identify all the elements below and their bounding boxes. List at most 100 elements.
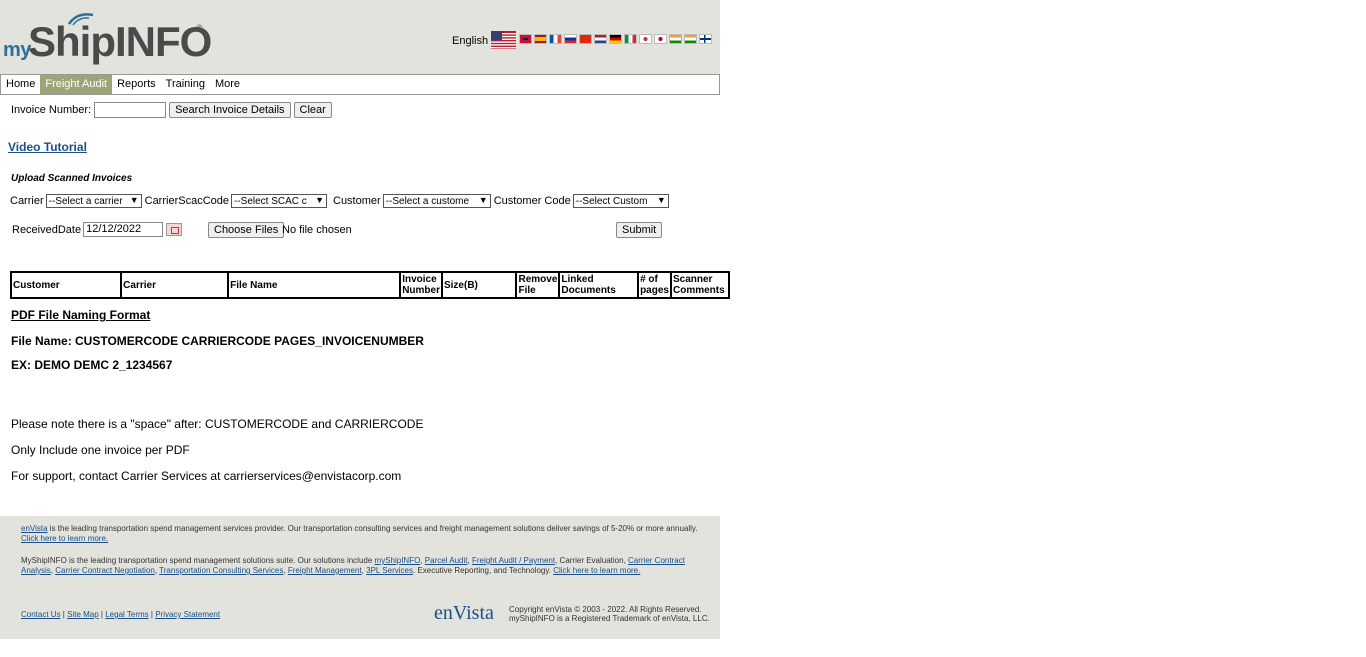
netherlands-flag-icon[interactable] [594,34,607,44]
col-file-name: File Name [227,271,402,299]
carrier-select[interactable]: --Select a carrier ▼ [45,194,142,208]
customer-code-select[interactable]: --Select Custom ▼ [572,194,669,208]
logo-my: my [3,39,31,61]
customer-label: Customer [333,195,381,207]
india-alt-flag-icon[interactable] [684,34,697,44]
upload-table: Customer Carrier File Name Invoice Numbe… [9,271,731,299]
calendar-icon[interactable] [166,223,183,236]
invoice-search-row: Invoice Number: Search Invoice Details C… [11,102,332,118]
file-name-example: EX: DEMO DEMC 2_1234567 [11,358,173,372]
copyright-line-1: Copyright enVista © 2003 - 2022. All Rig… [509,605,702,614]
copyright: Copyright enVista © 2003 - 2022. All Rig… [509,605,710,623]
invoice-number-label: Invoice Number: [11,104,92,116]
file-name-format: File Name: CUSTOMERCODE CARRIERCODE PAGE… [11,334,424,348]
chevron-down-icon: ▼ [315,195,324,205]
search-invoice-button[interactable]: Search Invoice Details [169,102,291,118]
copyright-line-2: myShipINFO is a Registered Trademark of … [509,614,710,623]
one-invoice-note: Only Include one invoice per PDF [11,443,190,457]
us-flag-icon[interactable] [491,31,516,49]
submit-button[interactable]: Submit [616,222,663,238]
finland-flag-icon[interactable] [699,34,712,44]
germany-flag-icon[interactable] [609,34,622,44]
3pl-services-link[interactable]: 3PL Services [366,566,413,575]
scac-select-value: --Select SCAC c [234,195,307,207]
notes-title: PDF File Naming Format [11,308,151,322]
carrier-select-value: --Select a carrier [48,195,123,207]
japan-flag-icon[interactable] [654,34,667,44]
footer: enVista is the leading transportation sp… [0,516,720,639]
learn-more-link-2[interactable]: Click here to learn more. [553,566,640,575]
upload-filter-row: Carrier --Select a carrier ▼ CarrierScacC… [10,194,672,208]
col-scanner-comments: Scanner Comments [669,271,731,299]
chevron-down-icon: ▼ [656,195,666,205]
clear-button[interactable]: Clear [293,102,332,118]
table-header-row: Customer Carrier File Name Invoice Numbe… [9,271,731,299]
india-flag-icon[interactable] [669,34,682,44]
envista-logo: enVista [434,602,494,624]
received-date-row: ReceivedDate 12/12/2022 [12,222,183,237]
upload-section-title: Upload Scanned Invoices [11,173,133,184]
customer-code-label: Customer Code [493,195,571,207]
chevron-down-icon: ▼ [129,195,139,205]
footer-paragraph-2: MyShipINFO is the leading transportation… [21,556,685,575]
carrier-label: Carrier [10,195,44,207]
learn-more-link[interactable]: Click here to learn more. [21,534,108,543]
col-linked-documents: Linked Documents [558,271,640,299]
nav-more[interactable]: More [210,75,245,94]
privacy-statement-link[interactable]: Privacy Statement [155,610,220,619]
uk-flag-icon[interactable] [519,34,532,44]
col-invoice-number: Invoice Number [399,271,443,299]
spain-flag-icon[interactable] [534,34,547,44]
received-date-label: ReceivedDate [12,223,82,236]
col-carrier: Carrier [120,271,230,299]
freight-audit-payment-link[interactable]: Freight Audit / Payment [472,556,555,565]
freight-management-link[interactable]: Freight Management [288,566,362,575]
customer-code-select-value: --Select Custom [575,195,648,207]
footer-p1-text: is the leading transportation spend mana… [47,524,698,533]
choose-files-button[interactable]: Choose Files [208,222,285,238]
no-file-chosen-text: No file chosen [282,224,352,236]
carrier-contract-negotiation-link[interactable]: Carrier Contract Negotiation [55,566,155,575]
legal-terms-link[interactable]: Legal Terms [105,610,148,619]
footer-p2-mid: , Carrier Evaluation, [555,556,629,565]
language-label: English [452,35,489,47]
col-remove-file: Remove File [515,271,561,299]
chevron-down-icon: ▼ [478,195,488,205]
nav-training[interactable]: Training [161,75,210,94]
logo-shipinfo: ShipINFO [28,18,212,65]
col-pages: # of pages [637,271,672,299]
col-customer: Customer [9,271,123,299]
nav-freight-audit[interactable]: Freight Audit [40,75,113,94]
logo-registered-mark: ® [196,23,203,33]
contact-us-link[interactable]: Contact Us [21,610,61,619]
header: my ShipINFO ® English [0,0,720,74]
parcel-audit-link[interactable]: Parcel Audit [425,556,468,565]
scac-select[interactable]: --Select SCAC c ▼ [231,194,327,208]
myshipinfo-link[interactable]: myShipINFO [375,556,421,565]
transportation-consulting-link[interactable]: Transportation Consulting Services [159,566,283,575]
site-map-link[interactable]: Site Map [67,610,99,619]
envista-link[interactable]: enVista [21,524,48,533]
nav-home[interactable]: Home [1,75,40,94]
france-flag-icon[interactable] [549,34,562,44]
footer-p2-text: MyShipINFO is the leading transportation… [21,556,375,565]
main-nav: Home Freight Audit Reports Training More [0,74,720,95]
nav-reports[interactable]: Reports [112,75,161,94]
invoice-number-input[interactable] [94,102,167,118]
korea-flag-icon[interactable] [639,34,652,44]
video-tutorial-link[interactable]: Video Tutorial [8,140,87,154]
customer-select-value: --Select a custome [385,195,470,207]
support-note: For support, contact Carrier Services at… [11,469,402,483]
col-size: Size(B) [440,271,518,299]
russia-flag-icon[interactable] [564,34,577,44]
footer-p2-end: . Executive Reporting, and Technology. [412,566,554,575]
received-date-input[interactable]: 12/12/2022 [83,222,164,237]
footer-paragraph-1: enVista is the leading transportation sp… [21,524,711,544]
customer-select[interactable]: --Select a custome ▼ [382,194,491,208]
space-note: Please note there is a "space" after: CU… [11,417,424,431]
scac-label: CarrierScacCode [144,195,229,207]
china-flag-icon[interactable] [579,34,592,44]
footer-links: Contact Us | Site Map | Legal Terms | Pr… [21,610,221,619]
language-flags [519,34,712,44]
italy-flag-icon[interactable] [624,34,637,44]
